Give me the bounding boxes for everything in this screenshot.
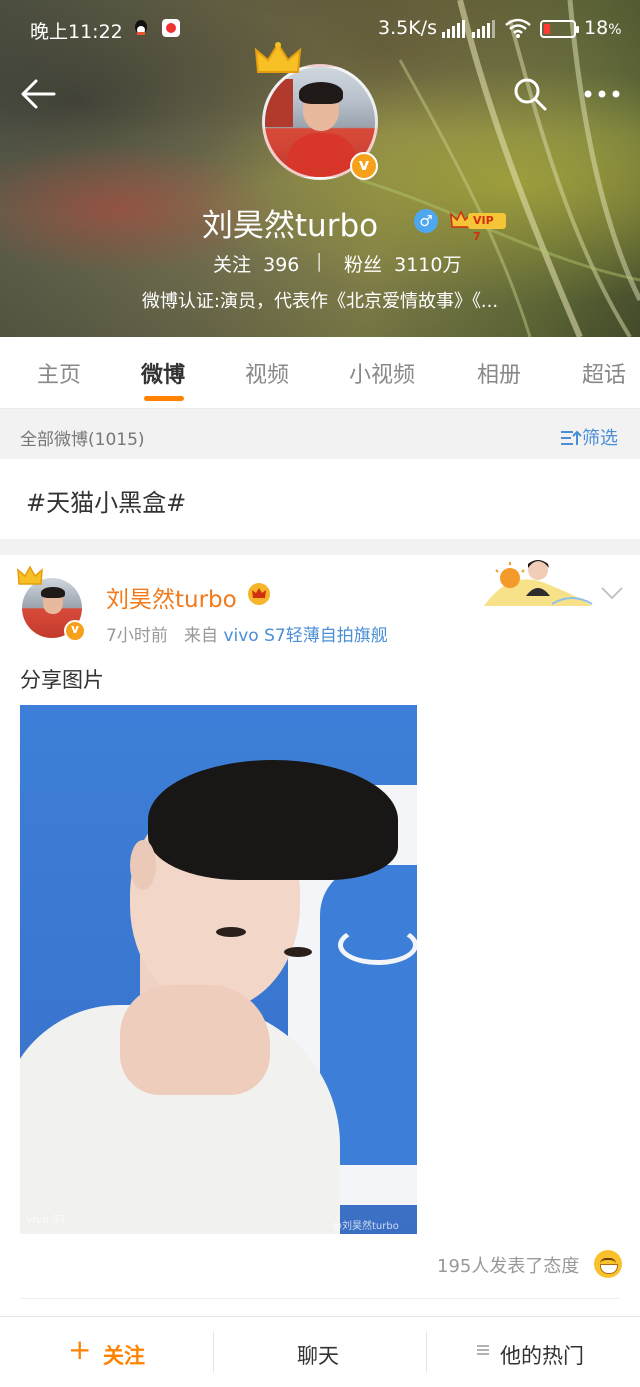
notification-app-icon <box>162 19 180 37</box>
tab-album[interactable]: 相册 <box>477 357 521 389</box>
image-background-wave <box>338 925 417 965</box>
avatar-hair <box>41 587 65 598</box>
profile-stats: 关注 396 | 粉丝 3110万 <box>0 250 640 276</box>
signal-icon <box>442 20 465 38</box>
wifi-icon <box>505 18 531 38</box>
profile-name: 刘昊然turbo <box>0 200 640 245</box>
battery-percent: 18% <box>584 17 622 39</box>
follow-button[interactable]: + 关注 <box>0 1317 213 1387</box>
hot-posts-button[interactable]: 他的热门 <box>426 1317 640 1387</box>
battery-icon <box>540 20 579 38</box>
male-gender-icon: ♂ <box>414 209 438 233</box>
filter-icon <box>561 430 582 445</box>
tab-videos[interactable]: 视频 <box>245 357 289 389</box>
image-hand <box>120 985 270 1095</box>
laughing-emoji-icon[interactable] <box>594 1250 622 1278</box>
search-icon[interactable] <box>512 76 548 112</box>
battery-unit: % <box>608 22 622 38</box>
vip-crown-icon <box>248 583 270 605</box>
section-gap <box>0 539 640 555</box>
verified-badge-icon <box>64 620 86 642</box>
crown-icon <box>254 42 302 73</box>
avatar-background <box>265 79 293 127</box>
verified-badge-icon <box>350 152 378 180</box>
image-eye <box>216 927 246 937</box>
follow-label: 关注 <box>103 1344 145 1368</box>
filter-button[interactable]: 筛选 <box>560 424 618 450</box>
hot-posts-label: 他的热门 <box>500 1344 584 1368</box>
filter-bar: 全部微博(1015) 筛选 <box>0 409 640 459</box>
battery-level <box>544 24 550 34</box>
plus-icon: + <box>68 1333 92 1366</box>
post-author-name[interactable]: 刘昊然turbo <box>106 580 237 614</box>
fans-stat[interactable]: 粉丝 3110万 <box>344 250 461 277</box>
vip-badge[interactable]: VIP 7 <box>450 209 506 243</box>
image-watermark: vivo S7 <box>26 1213 67 1226</box>
post-image[interactable]: vivo S7 @刘昊然turbo <box>20 705 417 1234</box>
chat-button[interactable]: 聊天 <box>213 1317 426 1387</box>
verification-text[interactable]: 微博认证:演员，代表作《北京爱情故事》《... <box>0 287 640 313</box>
avatar-hair <box>299 82 343 104</box>
pinned-topic[interactable]: #天猫小黑盒# <box>0 459 640 539</box>
qq-icon <box>135 20 147 35</box>
post-time: 7小时前 <box>106 626 168 646</box>
active-tab-indicator <box>144 396 184 401</box>
fans-count: 3110万 <box>394 254 462 276</box>
profile-tabs: 主页 微博 视频 小视频 相册 超话 <box>0 337 640 409</box>
profile-name-text: 刘昊然turbo <box>201 208 379 244</box>
topic-text: #天猫小黑盒# <box>26 489 187 517</box>
image-hair <box>148 760 398 880</box>
image-eye <box>284 947 312 957</box>
status-time: 晚上11:22 <box>30 21 123 43</box>
following-count: 396 <box>263 254 300 276</box>
tab-weibo[interactable]: 微博 <box>141 357 185 389</box>
battery-value: 18 <box>584 17 609 39</box>
post-meta: 7小时前 来自 vivo S7轻薄自拍旗舰 <box>106 621 388 646</box>
post-source[interactable]: vivo S7轻薄自拍旗舰 <box>223 626 387 646</box>
post-from-label: 来自 <box>184 626 219 646</box>
image-watermark: @刘昊然turbo <box>332 1221 399 1232</box>
decoration-card-icon[interactable] <box>482 556 594 612</box>
weibo-count: 全部微博(1015) <box>20 430 145 450</box>
image-ear <box>130 840 156 890</box>
back-arrow-icon[interactable] <box>20 78 56 110</box>
bottom-action-bar: + 关注 聊天 他的热门 <box>0 1316 640 1386</box>
profile-avatar-container[interactable] <box>254 42 378 180</box>
tab-super-topic[interactable]: 超话 <box>582 357 626 389</box>
reactions-count[interactable]: 195人发表了态度 <box>437 1252 579 1278</box>
avatar-body <box>287 133 357 177</box>
tab-short-videos[interactable]: 小视频 <box>349 357 415 389</box>
following-label: 关注 <box>213 254 252 276</box>
crown-icon <box>17 565 43 585</box>
status-bar: 晚上11:22 3.5K/s 18% <box>0 0 640 58</box>
network-speed: 3.5K/s <box>378 17 437 39</box>
divider <box>20 1298 620 1299</box>
stats-divider: | <box>316 250 323 272</box>
chevron-down-icon[interactable] <box>600 586 624 600</box>
vip-level: VIP 7 <box>468 213 506 243</box>
fans-label: 粉丝 <box>344 254 383 276</box>
following-stat[interactable]: 关注 396 <box>213 250 299 277</box>
chat-label: 聊天 <box>297 1344 339 1368</box>
signal-icon <box>472 20 495 38</box>
post-text: 分享图片 <box>20 668 104 692</box>
tab-home[interactable]: 主页 <box>37 357 81 389</box>
filter-label: 筛选 <box>582 428 618 449</box>
more-options-icon[interactable] <box>582 82 622 106</box>
menu-lines-icon <box>477 1345 489 1355</box>
